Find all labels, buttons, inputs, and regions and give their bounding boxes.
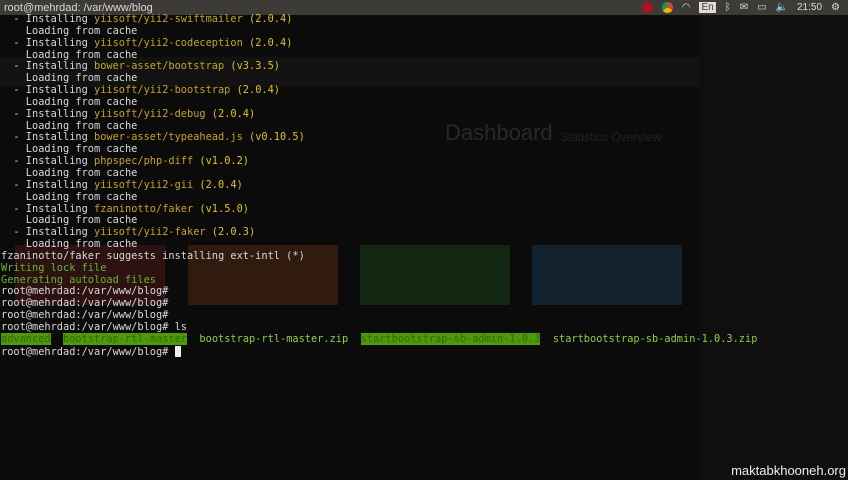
bluetooth-icon[interactable]: ᛒ [725, 2, 731, 13]
generating-line: Generating autoload files [1, 273, 156, 286]
loading-line: Loading from cache [1, 24, 138, 37]
window-title: root@mehrdad: /var/www/blog [4, 1, 153, 14]
install-entry: - Installing yiisoft/yii2-gii (2.0.4) Lo… [1, 178, 757, 204]
package-version: (v3.3.5) [230, 60, 280, 73]
installing-label: - Installing [1, 202, 94, 215]
install-entry: - Installing yiisoft/yii2-bootstrap (2.0… [1, 84, 757, 109]
volume-icon[interactable]: 🔈 [776, 2, 788, 13]
battery-icon[interactable]: ▭ [757, 2, 766, 13]
package-name: yiisoft/yii2-codeception [94, 36, 243, 49]
ls-entry-dir: startbootstrap-sb-admin-1.0.3 [360, 332, 541, 345]
package-name: yiisoft/yii2-bootstrap [94, 84, 231, 97]
loading-line: Loading from cache [1, 166, 138, 179]
loading-line: Loading from cache [1, 238, 138, 251]
package-version: (v1.0.2) [199, 155, 250, 168]
package-version: (2.0.4) [249, 13, 293, 25]
prompt: root@mehrdad:/var/www/blog# [1, 345, 169, 358]
package-version: (v1.5.0) [199, 202, 250, 215]
loading-line: Loading from cache [1, 48, 138, 61]
package-version: (2.0.3) [211, 226, 256, 239]
loading-line: Loading from cache [1, 72, 138, 85]
installing-label: - Installing [1, 60, 94, 73]
terminal-output[interactable]: - Installing yiisoft/yii2-swiftmailer (2… [1, 13, 758, 358]
suggest-line: fzaninotto/faker suggests installing ext… [1, 249, 305, 262]
prompt: root@mehrdad:/var/www/blog# [1, 297, 169, 310]
watermark: maktabkhooneh.org [731, 463, 846, 478]
package-name: phpspec/php-diff [94, 155, 194, 168]
install-entry: - Installing yiisoft/yii2-swiftmailer (2… [1, 13, 757, 38]
ls-entry-dir: advanced [1, 332, 51, 345]
installing-label: - Installing [1, 107, 94, 120]
package-version: (v0.10.5) [249, 131, 305, 144]
ls-listing: advanced bootstrap-rtl-master bootstrap-… [1, 332, 758, 345]
install-entry: - Installing yiisoft/yii2-faker (2.0.3) … [1, 226, 757, 251]
installing-label: - Installing [1, 131, 94, 144]
installing-label: - Installing [1, 84, 94, 97]
loading-line: Loading from cache [1, 95, 138, 108]
ls-entry-file: startbootstrap-sb-admin-1.0.3.zip [552, 332, 758, 345]
loading-line: Loading from cache [1, 143, 138, 156]
package-name: yiisoft/yii2-gii [94, 178, 194, 191]
system-tray: ◠ En ᛒ ✉ ▭ 🔈 21:50 ⚙ [641, 2, 848, 13]
package-version: (2.0.4) [211, 107, 256, 120]
install-entry: - Installing bower-asset/typeahead.js (v… [1, 132, 757, 156]
ls-entry-dir: bootstrap-rtl-master [63, 332, 188, 345]
prompt: root@mehrdad:/var/www/blog# [1, 285, 169, 298]
installing-label: - Installing [1, 36, 94, 49]
install-entry: - Installing phpspec/php-diff (v1.0.2) L… [1, 155, 757, 180]
keyboard-layout-indicator[interactable]: En [699, 2, 716, 13]
installing-label: - Installing [1, 178, 94, 191]
ls-command: ls [168, 320, 187, 333]
package-version: (2.0.4) [236, 84, 280, 97]
loading-line: Loading from cache [1, 119, 138, 132]
mail-icon[interactable]: ✉ [740, 2, 748, 13]
package-name: bower-asset/bootstrap [94, 60, 225, 73]
install-entry: - Installing fzaninotto/faker (v1.5.0) L… [1, 202, 757, 228]
package-name: fzaninotto/faker [94, 202, 194, 215]
package-version: (2.0.4) [199, 178, 243, 191]
package-name: yiisoft/yii2-swiftmailer [94, 13, 243, 25]
writing-line: Writing lock file [1, 261, 107, 274]
package-version: (2.0.4) [249, 36, 293, 49]
installing-label: - Installing [1, 13, 94, 25]
cursor [174, 345, 181, 357]
package-name: yiisoft/yii2-debug [94, 107, 206, 120]
gear-icon[interactable]: ⚙ [831, 2, 840, 13]
install-entry: - Installing bower-asset/bootstrap (v3.3… [1, 60, 757, 85]
chrome-icon[interactable] [661, 2, 673, 13]
clock[interactable]: 21:50 [797, 2, 822, 13]
install-entry: - Installing yiisoft/yii2-codeception (2… [1, 36, 757, 62]
package-name: yiisoft/yii2-faker [94, 226, 206, 239]
package-name: bower-asset/typeahead.js [94, 131, 243, 144]
wifi-icon[interactable]: ◠ [682, 2, 691, 13]
ls-entry-file: bootstrap-rtl-master.zip [199, 332, 349, 345]
loading-line: Loading from cache [1, 214, 138, 227]
prompt: root@mehrdad:/var/www/blog# [1, 309, 169, 322]
install-entry: - Installing yiisoft/yii2-debug (2.0.4) … [1, 107, 757, 133]
loading-line: Loading from cache [1, 190, 138, 203]
prompt: root@mehrdad:/var/www/blog# [1, 320, 169, 333]
installing-label: - Installing [1, 155, 94, 168]
record-icon[interactable] [641, 2, 653, 13]
installing-label: - Installing [1, 226, 94, 239]
